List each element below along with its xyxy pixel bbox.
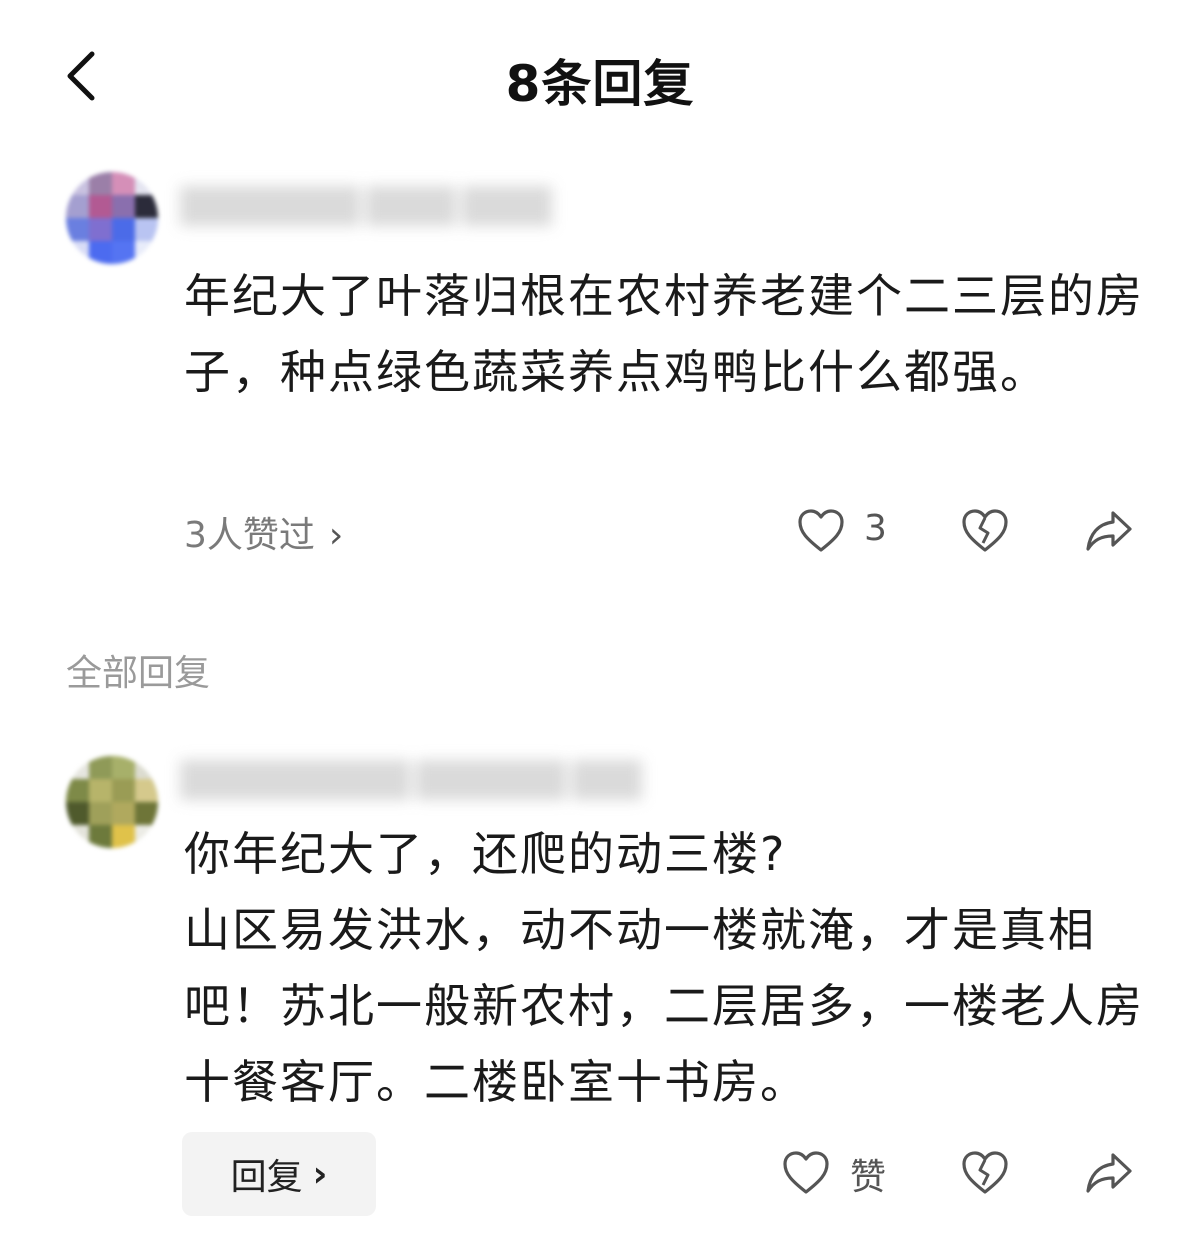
share-button[interactable] [1085,508,1133,554]
share-arrow-icon [1086,511,1132,551]
like-button[interactable] [797,508,845,554]
header-bar: 8条回复 [0,0,1200,150]
chevron-right-icon: › [312,1153,328,1195]
reply-text: 你年纪大了，还爬的动三楼? 山区易发洪水，动不动一楼就淹，才是真相吧！苏北一般新… [184,827,1144,1109]
avatar[interactable] [66,756,158,848]
username-redacted[interactable] [180,760,648,806]
avatar[interactable] [66,172,158,264]
dislike-button[interactable] [961,508,1009,554]
share-arrow-icon [1086,1153,1132,1193]
broken-heart-icon [962,509,1008,552]
likers-link[interactable]: 3人赞过 › [184,506,343,558]
dislike-button[interactable] [961,1150,1009,1196]
like-label: 赞 [850,1157,887,1198]
heart-outline-icon [783,1151,829,1194]
like-count: 3 [864,508,887,549]
share-button[interactable] [1085,1150,1133,1196]
heart-outline-icon [798,509,844,552]
like-button[interactable] [782,1150,830,1196]
page-title: 8条回复 [505,55,695,113]
reply-button-label: 回复 [230,1157,303,1198]
broken-heart-icon [962,1151,1008,1194]
username-redacted[interactable] [180,186,558,232]
reply-button[interactable]: 回复 › [182,1132,376,1216]
likers-label: 3人赞过 [184,515,315,556]
all-replies-label: 全部回复 [66,653,211,694]
chevron-right-icon: › [328,515,344,556]
comment-text: 年纪大了叶落归根在农村养老建个二三层的房子，种点绿色蔬菜养点鸡鸭比什么都强。 [184,269,1144,399]
